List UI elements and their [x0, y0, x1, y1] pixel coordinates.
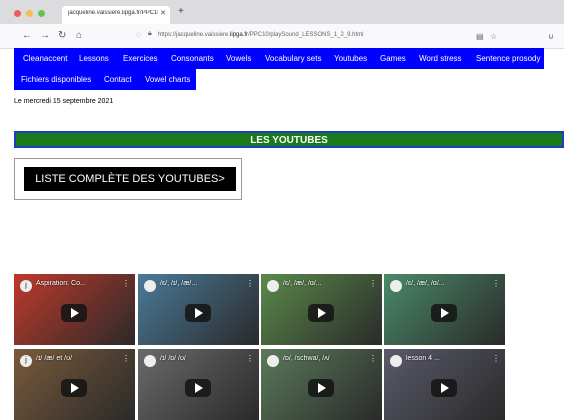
video-title[interactable]: /ɛ/, /ɪ/, /æ/...	[160, 280, 248, 287]
home-icon[interactable]: ⌂	[76, 30, 82, 41]
tab-close-icon[interactable]: ✕	[160, 9, 166, 17]
play-icon[interactable]	[185, 379, 211, 397]
new-tab-button[interactable]: +	[178, 6, 184, 17]
channel-avatar[interactable]: j	[20, 355, 32, 367]
play-icon[interactable]	[431, 379, 457, 397]
menu-link-sentence-prosody[interactable]: Sentence prosody	[476, 54, 541, 63]
main-menu: Cleanaccent Lessons Exercices Consonants Vow…	[14, 48, 544, 69]
back-icon[interactable]: ←	[22, 30, 32, 41]
video-title[interactable]: /ɛ/, /æ/, /ɑ/...	[406, 280, 494, 287]
close-window-button[interactable]	[14, 10, 21, 17]
video-thumbnail[interactable]: /ɒ/, /schwa/, /ʌ/⋮	[261, 349, 382, 420]
more-options-icon[interactable]: ⋮	[246, 354, 254, 363]
more-options-icon[interactable]: ⋮	[122, 279, 130, 288]
more-options-icon[interactable]: ⋮	[492, 279, 500, 288]
play-icon[interactable]	[308, 304, 334, 322]
video-title[interactable]: Aspiration: Co...	[36, 280, 124, 287]
menu-link-games[interactable]: Games	[380, 54, 406, 63]
channel-avatar[interactable]	[390, 280, 402, 292]
browser-toolbar: ← → ↻ ⌂ ◌ 🔒︎ https://jacqueline.vaissier…	[0, 24, 564, 49]
menu-link-lessons[interactable]: Lessons	[79, 54, 109, 63]
channel-avatar[interactable]	[144, 280, 156, 292]
menu-link-youtubes[interactable]: Youtubes	[334, 54, 367, 63]
menu-link-word-stress[interactable]: Word stress	[419, 54, 462, 63]
video-title[interactable]: /ɪ/ /æ/ et /ʊ/	[36, 355, 124, 362]
menu-link-vocabulary-sets[interactable]: Vocabulary sets	[265, 54, 321, 63]
video-thumbnail[interactable]: /ɛ/, /ɪ/, /æ/... ⋮	[138, 274, 259, 345]
menu-link-cleanaccent[interactable]: Cleanaccent	[23, 54, 67, 63]
full-youtube-list-button[interactable]: LISTE COMPLÈTE DES YOUTUBES>	[24, 167, 236, 191]
video-title[interactable]: /ɒ/, /schwa/, /ʌ/	[283, 355, 371, 362]
menu-link-consonants[interactable]: Consonants	[171, 54, 214, 63]
secondary-menu: Fichiers disponibles Contact Vowel charts	[14, 69, 196, 90]
more-options-icon[interactable]: ⋮	[369, 279, 377, 288]
video-thumbnail[interactable]: j Aspiration: Co... ⋮	[14, 274, 135, 345]
play-icon[interactable]	[61, 379, 87, 397]
menu-link-exercices[interactable]: Exercices	[123, 54, 158, 63]
date-text: Le mercredi 15 septembre 2021	[14, 98, 114, 105]
menu-link-contact[interactable]: Contact	[104, 75, 132, 84]
banner-title: LES YOUTUBES	[250, 135, 328, 146]
video-thumbnail[interactable]: lesson 4 ... ⋮	[384, 349, 505, 420]
more-options-icon[interactable]: ⋮	[122, 354, 130, 363]
list-button-box: LISTE COMPLÈTE DES YOUTUBES>	[14, 158, 242, 200]
url-text: https://jacqueline.vaissiere.lipga.fr/PP…	[158, 32, 364, 38]
tab-title: jacqueline.vaissiere.lipga.fr/PPC10/p	[68, 10, 158, 16]
channel-avatar[interactable]	[390, 355, 402, 367]
channel-avatar[interactable]	[267, 280, 279, 292]
lock-icon[interactable]: 🔒︎	[148, 30, 152, 38]
channel-avatar[interactable]	[267, 355, 279, 367]
section-banner: LES YOUTUBES	[14, 131, 564, 148]
more-options-icon[interactable]: ⋮	[369, 354, 377, 363]
menu-link-fichiers-disponibles[interactable]: Fichiers disponibles	[21, 75, 91, 84]
address-bar[interactable]: ◌ 🔒︎ https://jacqueline.vaissiere.lipga.…	[128, 28, 508, 44]
video-thumbnail[interactable]: /ɛ/, /æ/, /ɑ/... ⋮	[261, 274, 382, 345]
forward-icon[interactable]: →	[40, 30, 50, 41]
video-thumbnail[interactable]: /ɪ/ /ɒ/ /ʊ/⋮	[138, 349, 259, 420]
more-options-icon[interactable]: ⋮	[246, 279, 254, 288]
play-icon[interactable]	[185, 304, 211, 322]
minimize-window-button[interactable]	[26, 10, 33, 17]
pocket-icon[interactable]: ⊍	[548, 32, 554, 41]
video-thumbnail[interactable]: /ɛ/, /æ/, /ɑ/... ⋮	[384, 274, 505, 345]
menu-link-vowels[interactable]: Vowels	[226, 54, 251, 63]
play-icon[interactable]	[308, 379, 334, 397]
more-options-icon[interactable]: ⋮	[492, 354, 500, 363]
maximize-window-button[interactable]	[38, 10, 45, 17]
bookmark-star-icon[interactable]: ☆	[490, 32, 497, 41]
video-thumbnail[interactable]: j/ɪ/ /æ/ et /ʊ/⋮	[14, 349, 135, 420]
menu-link-vowel-charts[interactable]: Vowel charts	[145, 75, 190, 84]
channel-avatar[interactable]	[144, 355, 156, 367]
video-title[interactable]: lesson 4 ...	[406, 355, 494, 362]
video-title[interactable]: /ɛ/, /æ/, /ɑ/...	[283, 280, 371, 287]
reload-icon[interactable]: ↻	[58, 30, 66, 41]
video-title[interactable]: /ɪ/ /ɒ/ /ʊ/	[160, 355, 248, 362]
reader-view-icon[interactable]: ▤	[476, 32, 484, 41]
play-icon[interactable]	[431, 304, 457, 322]
shield-icon[interactable]: ◌	[136, 30, 141, 39]
play-icon[interactable]	[61, 304, 87, 322]
channel-avatar[interactable]: j	[20, 280, 32, 292]
browser-tab[interactable]: jacqueline.vaissiere.lipga.fr/PPC10/p ✕	[62, 6, 170, 24]
browser-tab-bar: jacqueline.vaissiere.lipga.fr/PPC10/p ✕ …	[0, 0, 564, 24]
